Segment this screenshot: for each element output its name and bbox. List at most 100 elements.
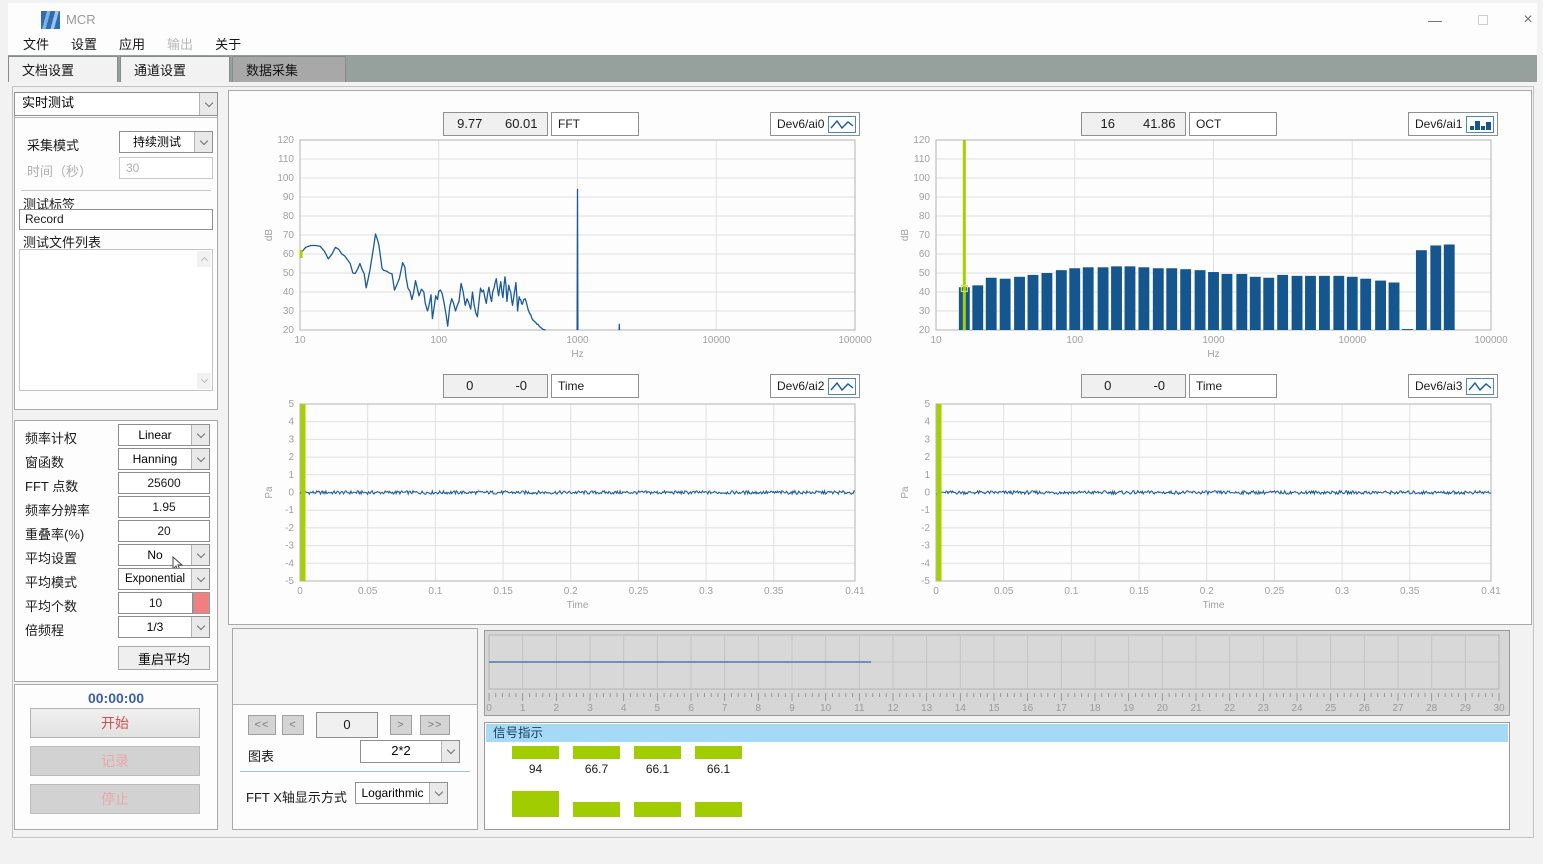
param-label-avg-count: 平均个数: [25, 596, 77, 615]
weighting-select[interactable]: Linear: [118, 424, 210, 446]
close-button[interactable]: ×: [1513, 11, 1543, 29]
menu-item-output: 输出: [165, 34, 195, 53]
svg-text:13: 13: [921, 703, 933, 714]
oct-plot[interactable]: 2030405060708090100110120101001000100001…: [894, 130, 1508, 364]
svg-text:24: 24: [1291, 703, 1303, 714]
signal-value: 66.7: [573, 762, 620, 776]
svg-text:21: 21: [1190, 703, 1202, 714]
menu-item-file[interactable]: 文件: [21, 34, 51, 53]
record-button: 记录: [30, 746, 200, 776]
svg-text:0: 0: [297, 586, 303, 597]
chart-layout-select[interactable]: 2*2: [360, 740, 460, 763]
svg-text:80: 80: [283, 211, 295, 222]
svg-text:0.1: 0.1: [1064, 586, 1078, 597]
svg-text:0: 0: [288, 488, 294, 499]
svg-text:-5: -5: [921, 576, 930, 587]
fft-points-input[interactable]: 25600: [118, 472, 210, 494]
signal-level-bar: [512, 791, 559, 817]
avg-count-status-flag: [193, 592, 210, 614]
overlap-input[interactable]: 20: [118, 520, 210, 542]
param-label-avg-mode: 平均模式: [25, 572, 77, 591]
maximize-button[interactable]: [1468, 11, 1498, 29]
chevron-down-icon[interactable]: [191, 449, 209, 469]
signal-panel-title: 信号指示: [486, 724, 1508, 742]
timeline-navigator[interactable]: 0123456789101112131415161718192021222324…: [484, 630, 1510, 716]
svg-text:-2: -2: [921, 523, 930, 534]
fft-plot[interactable]: 2030405060708090100110120101001000100001…: [258, 130, 872, 364]
svg-text:Hz: Hz: [571, 349, 583, 360]
svg-text:16: 16: [1022, 703, 1034, 714]
svg-text:60: 60: [283, 249, 295, 260]
svg-text:Time: Time: [567, 600, 589, 611]
svg-text:0: 0: [933, 586, 939, 597]
chevron-down-icon[interactable]: [199, 93, 217, 115]
time1-plot[interactable]: -5-4-3-2-101234500.050.10.150.20.250.30.…: [258, 394, 872, 621]
start-button[interactable]: 开始: [30, 708, 200, 738]
page-first-button[interactable]: <<: [248, 715, 276, 735]
test-tag-input[interactable]: Record: [19, 209, 213, 230]
tab-channel-settings[interactable]: 通道设置: [120, 56, 230, 82]
chevron-down-icon[interactable]: [191, 617, 209, 637]
line-chart-icon[interactable]: [828, 378, 856, 395]
signal-peak-bar: [573, 746, 620, 759]
test-file-list[interactable]: [19, 249, 213, 391]
scroll-down-icon[interactable]: [197, 373, 211, 389]
chevron-down-icon[interactable]: [191, 569, 209, 589]
param-label-octave: 倍频程: [25, 620, 64, 639]
divider: [240, 771, 470, 772]
test-mode-select[interactable]: 实时测试: [14, 92, 218, 116]
page-prev-button[interactable]: <: [282, 715, 304, 735]
svg-text:-1: -1: [921, 505, 930, 516]
menu-bar: 文件 设置 应用 输出 关于: [8, 32, 1537, 55]
chevron-down-icon[interactable]: [194, 132, 212, 152]
page-last-button[interactable]: >>: [420, 715, 450, 735]
window-title: MCR: [66, 12, 96, 27]
menu-item-apply[interactable]: 应用: [117, 34, 147, 53]
svg-text:30: 30: [919, 306, 931, 317]
time2-plot[interactable]: -5-4-3-2-101234500.050.10.150.20.250.30.…: [894, 394, 1508, 621]
svg-text:9: 9: [789, 703, 795, 714]
svg-text:10: 10: [294, 335, 306, 346]
svg-text:1: 1: [924, 470, 930, 481]
svg-text:80: 80: [919, 211, 931, 222]
line-chart-icon[interactable]: [1466, 378, 1494, 395]
menu-item-about[interactable]: 关于: [213, 34, 243, 53]
svg-text:19: 19: [1123, 703, 1135, 714]
tab-document-settings[interactable]: 文档设置: [8, 56, 118, 82]
fft-axis-mode-label: FFT X轴显示方式: [246, 787, 347, 806]
signal-peak-bar: [512, 746, 559, 759]
svg-text:0.3: 0.3: [699, 586, 713, 597]
svg-text:0.05: 0.05: [994, 586, 1014, 597]
svg-text:12: 12: [887, 703, 899, 714]
fft-axis-mode-select[interactable]: Logarithmic: [355, 782, 448, 804]
octave-select[interactable]: 1/3: [118, 616, 210, 638]
svg-text:20: 20: [1157, 703, 1169, 714]
chevron-down-icon[interactable]: [441, 741, 459, 762]
tab-data-acquisition[interactable]: 数据采集: [232, 56, 346, 82]
freq-resolution-input[interactable]: 1.95: [118, 496, 210, 518]
svg-text:-5: -5: [285, 576, 294, 587]
svg-text:26: 26: [1359, 703, 1371, 714]
page-next-button[interactable]: >: [390, 715, 412, 735]
avg-mode-select[interactable]: Exponential: [118, 568, 210, 590]
svg-text:-1: -1: [285, 505, 294, 516]
stop-button: 停止: [30, 784, 200, 814]
svg-text:100: 100: [430, 335, 447, 346]
svg-text:70: 70: [283, 230, 295, 241]
chevron-down-icon[interactable]: [191, 425, 209, 445]
page-number-input[interactable]: 0: [316, 712, 378, 738]
svg-text:7: 7: [722, 703, 728, 714]
window-function-select[interactable]: Hanning: [118, 448, 210, 470]
signal-peak-bar: [695, 746, 742, 759]
chevron-down-icon[interactable]: [429, 783, 447, 803]
restart-avg-button[interactable]: 重启平均: [118, 646, 210, 670]
avg-setting-select[interactable]: No: [118, 544, 210, 566]
menu-item-settings[interactable]: 设置: [69, 34, 99, 53]
acq-mode-select[interactable]: 持续测试: [119, 131, 213, 153]
scroll-up-icon[interactable]: [197, 251, 211, 267]
minimize-button[interactable]: —: [1420, 11, 1450, 29]
avg-count-input[interactable]: 10: [118, 592, 193, 614]
chevron-down-icon[interactable]: [191, 545, 209, 565]
title-bar: MCR — ×: [8, 3, 1537, 32]
svg-text:Pa: Pa: [900, 486, 911, 499]
